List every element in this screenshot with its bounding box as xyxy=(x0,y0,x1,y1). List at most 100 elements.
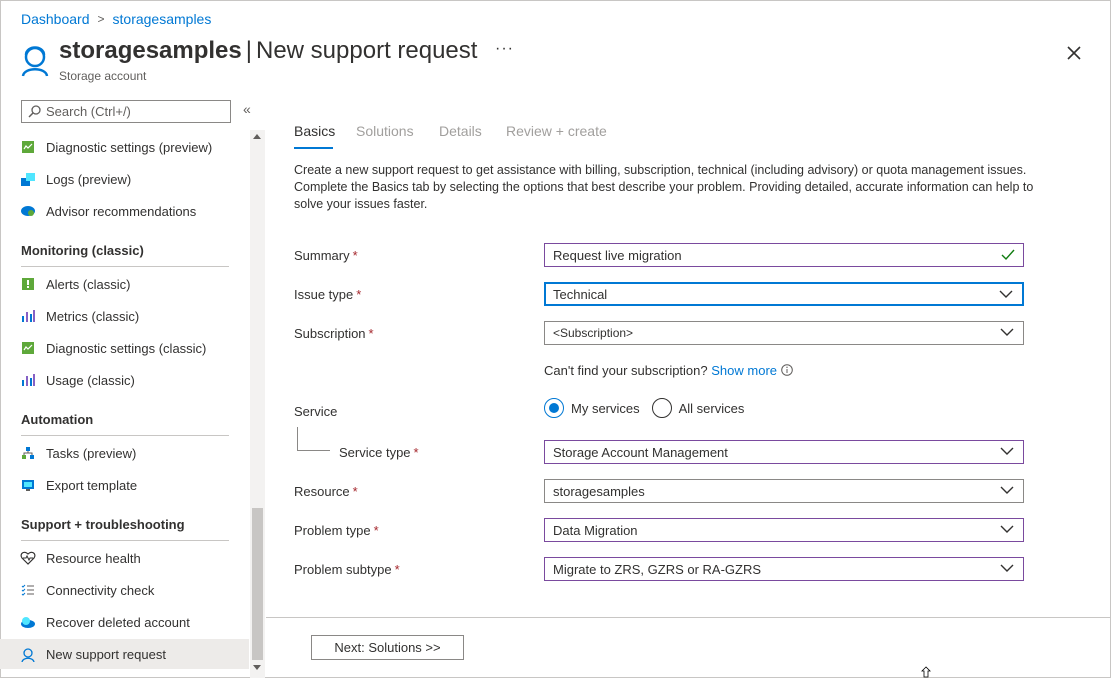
chevron-down-icon xyxy=(1000,564,1014,572)
page-title: storagesamples | New support request xyxy=(59,37,477,65)
chevron-down-icon xyxy=(1000,486,1014,494)
required-mark: * xyxy=(394,562,400,577)
chevron-down-icon xyxy=(999,290,1013,298)
sidebar-search-input[interactable]: Search (Ctrl+/) xyxy=(21,100,231,123)
sidebar-item-tasks-preview[interactable]: Tasks (preview) xyxy=(0,438,249,468)
radio-button-selected[interactable] xyxy=(544,398,564,418)
tab-basics[interactable]: Basics xyxy=(294,123,335,139)
sidebar: Diagnostic settings (preview) Logs (prev… xyxy=(0,130,250,678)
section-divider xyxy=(21,435,229,436)
sidebar-item-advisor-recommendations[interactable]: Advisor recommendations xyxy=(0,196,249,226)
radio-all-services[interactable]: All services xyxy=(651,398,744,418)
search-placeholder: Search (Ctrl+/) xyxy=(46,104,131,119)
sidebar-item-recover-deleted-account[interactable]: Recover deleted account xyxy=(0,607,249,637)
support-person-icon xyxy=(20,646,36,662)
support-person-icon xyxy=(21,46,49,77)
summary-label: Summary * xyxy=(294,248,358,263)
export-template-icon xyxy=(20,477,36,493)
tab-solutions[interactable]: Solutions xyxy=(356,123,414,139)
subscription-dropdown[interactable]: <Subscription> xyxy=(544,321,1024,345)
sidebar-item-connectivity-check[interactable]: Connectivity check xyxy=(0,575,249,605)
advisor-icon xyxy=(20,203,36,219)
cant-find-subscription: Can't find your subscription? Show more xyxy=(544,363,793,378)
sidebar-item-resource-health[interactable]: Resource health xyxy=(0,543,249,573)
more-options-button[interactable]: ··· xyxy=(495,40,514,58)
breadcrumb-resource-link[interactable]: storagesamples xyxy=(113,11,212,27)
sidebar-item-usage-classic[interactable]: Usage (classic) xyxy=(0,365,249,395)
problem-subtype-value: Migrate to ZRS, GZRS or RA-GZRS xyxy=(553,561,762,577)
sidebar-item-export-template[interactable]: Export template xyxy=(0,470,249,500)
problem-type-label: Problem type * xyxy=(294,523,379,538)
issue-type-value: Technical xyxy=(553,286,608,302)
tab-details[interactable]: Details xyxy=(439,123,482,139)
required-mark: * xyxy=(373,523,379,538)
close-icon[interactable] xyxy=(1064,43,1084,63)
tree-connector xyxy=(297,427,298,450)
sidebar-item-new-support-request[interactable]: New support request xyxy=(0,639,249,669)
problem-type-dropdown[interactable]: Data Migration xyxy=(544,518,1024,542)
service-type-label: Service type * xyxy=(339,445,419,460)
tasks-icon xyxy=(20,445,36,461)
cloud-recover-icon xyxy=(20,614,36,630)
usage-icon xyxy=(20,372,36,388)
diagnostic-settings-icon xyxy=(20,340,36,356)
active-tab-indicator xyxy=(294,147,333,149)
tab-review-create[interactable]: Review + create xyxy=(506,123,607,139)
radio-button[interactable] xyxy=(651,398,672,418)
issue-type-label: Issue type * xyxy=(294,287,362,302)
sidebar-item-label: Recover deleted account xyxy=(46,614,190,630)
summary-input[interactable]: Request live migration xyxy=(544,243,1024,267)
sidebar-item-diagnostic-settings-classic[interactable]: Diagnostic settings (classic) xyxy=(0,333,249,363)
sidebar-item-label: Metrics (classic) xyxy=(46,308,140,324)
checkmark-icon xyxy=(1001,249,1015,261)
required-mark: * xyxy=(413,445,419,460)
chevron-down-icon xyxy=(1000,525,1014,533)
sidebar-item-label: Alerts (classic) xyxy=(46,276,131,292)
chevron-down-icon xyxy=(1000,328,1014,336)
sidebar-item-label: Logs (preview) xyxy=(46,171,132,187)
required-mark: * xyxy=(352,248,358,263)
breadcrumb-dashboard-link[interactable]: Dashboard xyxy=(21,11,90,27)
resource-dropdown[interactable]: storagesamples xyxy=(544,479,1024,503)
scroll-thumb[interactable] xyxy=(252,508,263,660)
sidebar-item-label: Diagnostic settings (classic) xyxy=(46,340,207,356)
sidebar-scrollbar[interactable] xyxy=(250,130,265,678)
problem-subtype-label: Problem subtype * xyxy=(294,562,400,577)
sidebar-item-alerts-classic[interactable]: Alerts (classic) xyxy=(0,269,249,299)
sidebar-item-logs[interactable]: Logs (preview) xyxy=(0,164,249,194)
subscription-label: Subscription * xyxy=(294,326,374,341)
service-radio-group: My services All services xyxy=(544,398,756,418)
section-heading-automation: Automation xyxy=(21,412,94,427)
section-divider xyxy=(21,540,229,541)
title-pipe: | xyxy=(245,37,252,64)
info-icon[interactable] xyxy=(780,364,793,376)
radio-my-services[interactable]: My services xyxy=(544,398,640,418)
required-mark: * xyxy=(368,326,374,341)
resource-name: storagesamples xyxy=(59,37,242,64)
sidebar-item-label: Export template xyxy=(46,477,138,493)
resource-type-subtitle: Storage account xyxy=(59,69,147,83)
intro-text: Create a new support request to get assi… xyxy=(294,162,1034,213)
problem-type-value: Data Migration xyxy=(553,522,638,538)
scroll-down-arrow-icon[interactable] xyxy=(253,665,261,670)
sidebar-item-metrics-classic[interactable]: Metrics (classic) xyxy=(0,301,249,331)
collapse-sidebar-button[interactable]: « xyxy=(243,101,251,117)
show-more-link[interactable]: Show more xyxy=(711,363,777,378)
next-solutions-button[interactable]: Next: Solutions >> xyxy=(311,635,464,660)
chevron-down-icon xyxy=(1000,447,1014,455)
section-divider xyxy=(21,266,229,267)
mouse-cursor-icon xyxy=(921,666,931,678)
issue-type-dropdown[interactable]: Technical xyxy=(544,282,1024,306)
problem-subtype-dropdown[interactable]: Migrate to ZRS, GZRS or RA-GZRS xyxy=(544,557,1024,581)
resource-value: storagesamples xyxy=(553,483,645,499)
diagnostic-settings-icon xyxy=(20,139,36,155)
required-mark: * xyxy=(352,484,358,499)
summary-value: Request live migration xyxy=(553,247,682,263)
alerts-icon xyxy=(20,276,36,292)
sidebar-item-label: Advisor recommendations xyxy=(46,203,197,219)
sidebar-item-label: New support request xyxy=(46,646,166,662)
service-type-dropdown[interactable]: Storage Account Management xyxy=(544,440,1024,464)
sidebar-item-diagnostic-settings-preview[interactable]: Diagnostic settings (preview) xyxy=(0,132,249,162)
sidebar-item-label: Connectivity check xyxy=(46,582,155,598)
scroll-up-arrow-icon[interactable] xyxy=(253,134,261,139)
